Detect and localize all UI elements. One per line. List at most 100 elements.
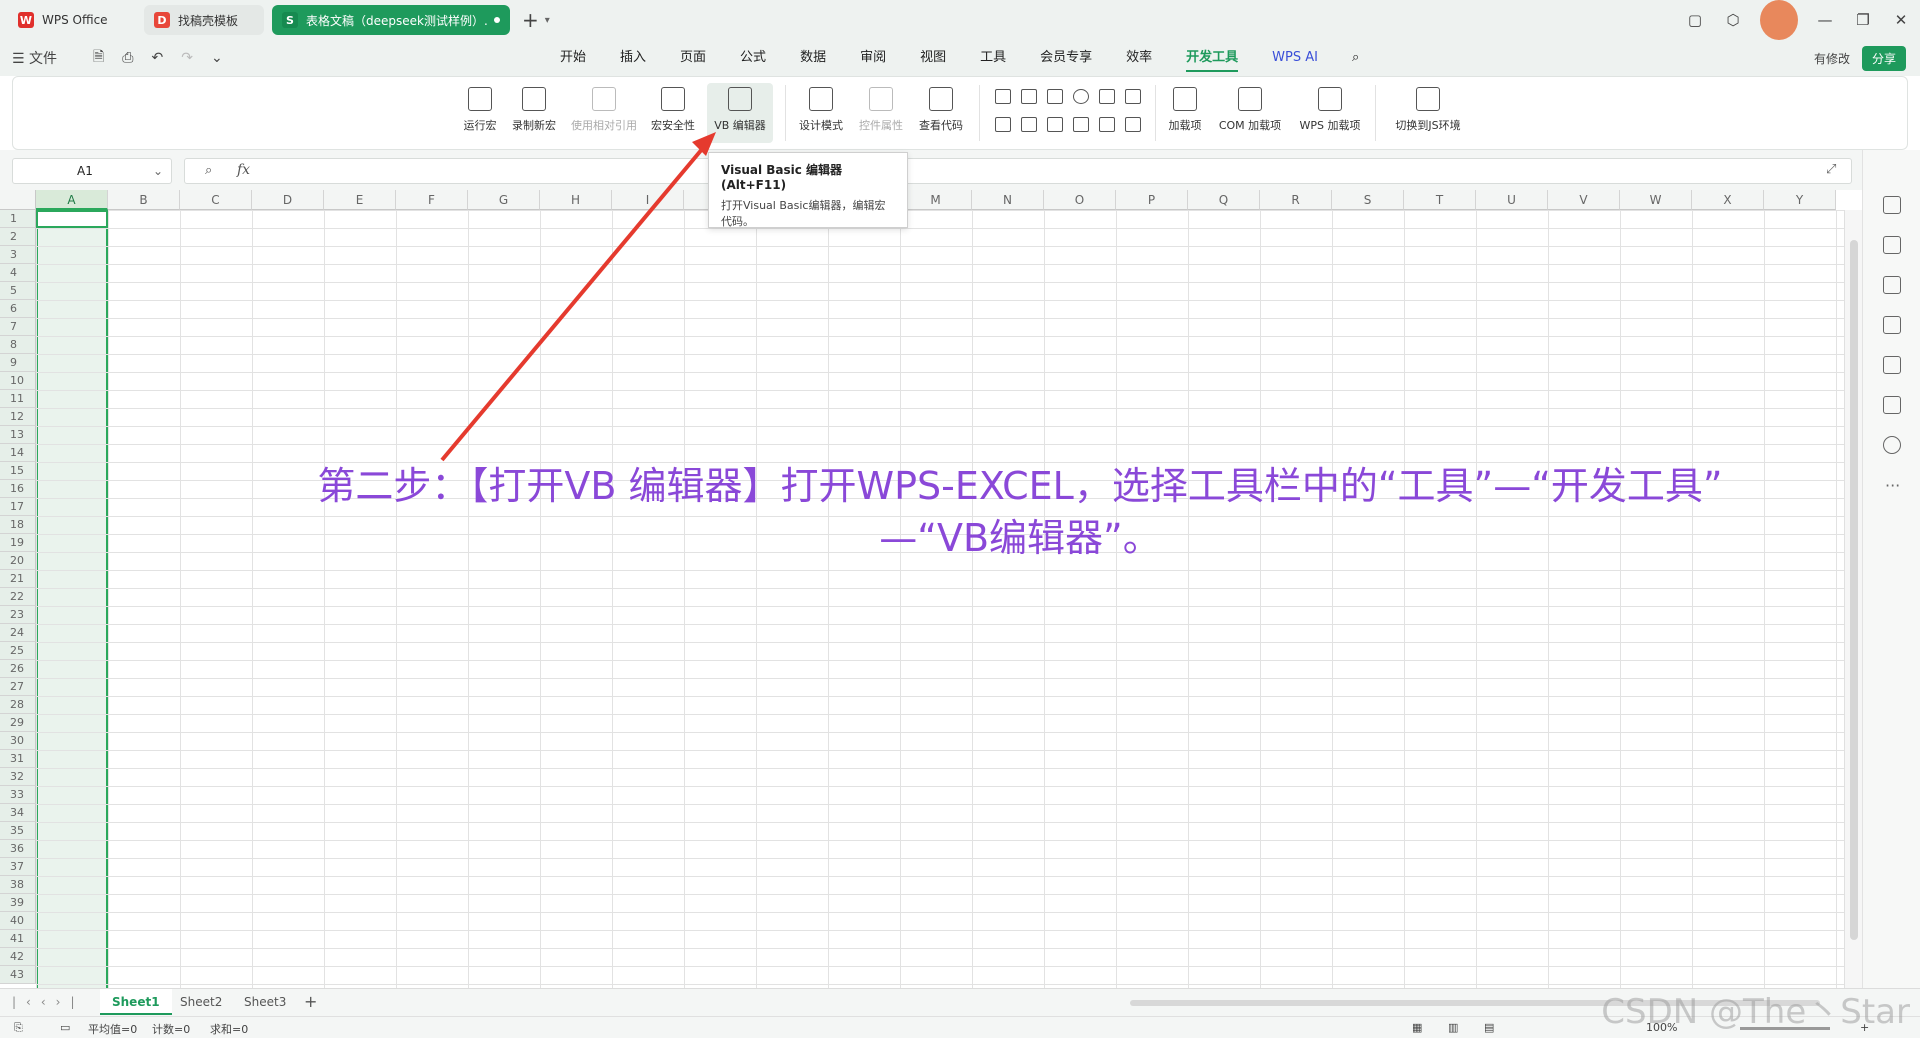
row-header-15[interactable]: 15 [0, 462, 36, 480]
restore-layout-icon[interactable]: ▢ [1676, 0, 1714, 40]
vb-editor-button[interactable]: VB 编辑器 [707, 83, 773, 143]
sheet-tab-2[interactable]: Sheet2 [168, 989, 234, 1015]
select-pointer-icon[interactable] [1883, 196, 1901, 214]
radio-control-icon[interactable] [1073, 89, 1089, 104]
page-break-icon[interactable]: ▤ [1484, 1021, 1494, 1034]
row-header-12[interactable]: 12 [0, 408, 36, 426]
row-header-19[interactable]: 19 [0, 534, 36, 552]
relative-reference-button[interactable]: 使用相对引用 [567, 83, 641, 143]
combo-control-icon[interactable] [1021, 117, 1037, 132]
fx-icon[interactable]: fx [237, 162, 250, 178]
row-header-25[interactable]: 25 [0, 642, 36, 660]
redo-icon[interactable]: ↷ [181, 50, 193, 66]
select-all-corner[interactable] [0, 190, 36, 210]
column-header-r[interactable]: R [1260, 190, 1332, 210]
sheet-tab-1[interactable]: Sheet1 [100, 989, 172, 1015]
column-header-n[interactable]: N [972, 190, 1044, 210]
minimize-icon[interactable]: — [1806, 0, 1844, 40]
menu-wps-ai[interactable]: WPS AI [1272, 40, 1318, 76]
row-header-13[interactable]: 13 [0, 426, 36, 444]
chart-control-icon[interactable] [1021, 89, 1037, 104]
row-header-42[interactable]: 42 [0, 948, 36, 966]
print-icon[interactable]: ⎙ [122, 50, 133, 66]
row-header-29[interactable]: 29 [0, 714, 36, 732]
formula-input[interactable]: ⌕ fx [184, 158, 1852, 184]
row-header-43[interactable]: 43 [0, 966, 36, 984]
row-header-20[interactable]: 20 [0, 552, 36, 570]
edit-icon[interactable] [1883, 316, 1901, 334]
search-icon[interactable]: ⌕ [1352, 40, 1359, 76]
row-header-2[interactable]: 2 [0, 228, 36, 246]
row-header-40[interactable]: 40 [0, 912, 36, 930]
menu-developer-tools[interactable]: 开发工具 [1186, 40, 1239, 76]
switch-js-button[interactable]: 切换到JS环境 [1387, 83, 1469, 143]
column-header-x[interactable]: X [1692, 190, 1764, 210]
active-cell[interactable] [36, 210, 108, 228]
share-button[interactable]: 分享 [1861, 46, 1906, 71]
row-header-8[interactable]: 8 [0, 336, 36, 354]
tab-list-chevron-icon[interactable]: ▾ [545, 15, 550, 26]
frame-control-icon[interactable] [1125, 117, 1141, 132]
grid-control-icon[interactable] [1125, 89, 1141, 104]
row-header-17[interactable]: 17 [0, 498, 36, 516]
row-header-22[interactable]: 22 [0, 588, 36, 606]
row-header-38[interactable]: 38 [0, 876, 36, 894]
scroll-control-icon[interactable] [1047, 117, 1063, 132]
menu-efficiency[interactable]: 效率 [1126, 40, 1152, 76]
wps-addins-button[interactable]: WPS 加载项 [1293, 83, 1367, 143]
row-header-9[interactable]: 9 [0, 354, 36, 372]
macro-record-icon[interactable]: ⎘ [14, 1021, 23, 1035]
tab-template[interactable]: D 找稿壳模板 [144, 5, 264, 35]
save-icon[interactable]: 🗎 [93, 46, 104, 70]
row-header-23[interactable]: 23 [0, 606, 36, 624]
design-mode-button[interactable]: 设计模式 [793, 83, 849, 143]
row-header-32[interactable]: 32 [0, 768, 36, 786]
column-header-v[interactable]: V [1548, 190, 1620, 210]
menu-review[interactable]: 审阅 [860, 40, 886, 76]
protect-icon[interactable]: ▭ [60, 1021, 70, 1034]
row-header-35[interactable]: 35 [0, 822, 36, 840]
menu-view[interactable]: 视图 [920, 40, 946, 76]
row-header-37[interactable]: 37 [0, 858, 36, 876]
more-chevron-icon[interactable]: ⌄ [211, 50, 223, 66]
more-icon[interactable]: ··· [1885, 476, 1900, 495]
column-header-u[interactable]: U [1476, 190, 1548, 210]
box-icon[interactable]: ⬡ [1714, 0, 1752, 40]
tab-spreadsheet-document[interactable]: S 表格文稿（deepseek测试样例）. [272, 5, 510, 35]
addins-button[interactable]: 加载项 [1163, 83, 1207, 143]
sheet-tab-3[interactable]: Sheet3 [232, 989, 298, 1015]
row-header-30[interactable]: 30 [0, 732, 36, 750]
menu-page[interactable]: 页面 [680, 40, 706, 76]
column-header-c[interactable]: C [180, 190, 252, 210]
zoom-search-icon[interactable]: ⌕ [205, 163, 212, 178]
text-control-icon[interactable] [1073, 117, 1089, 132]
column-header-e[interactable]: E [324, 190, 396, 210]
menu-formula[interactable]: 公式 [740, 40, 766, 76]
row-header-4[interactable]: 4 [0, 264, 36, 282]
column-header-p[interactable]: P [1116, 190, 1188, 210]
row-header-41[interactable]: 41 [0, 930, 36, 948]
new-tab-plus-icon[interactable]: + [522, 8, 539, 32]
row-header-33[interactable]: 33 [0, 786, 36, 804]
column-header-m[interactable]: M [900, 190, 972, 210]
column-header-y[interactable]: Y [1764, 190, 1836, 210]
scroll-thumb[interactable] [1850, 240, 1858, 940]
row-header-18[interactable]: 18 [0, 516, 36, 534]
row-header-6[interactable]: 6 [0, 300, 36, 318]
sheet-nav-arrows[interactable]: |‹‹›| [12, 995, 84, 1009]
column-header-w[interactable]: W [1620, 190, 1692, 210]
column-header-h[interactable]: H [540, 190, 612, 210]
book-icon[interactable] [1883, 396, 1901, 414]
tab-wps-office[interactable]: W WPS Office [8, 5, 136, 35]
row-header-16[interactable]: 16 [0, 480, 36, 498]
row-header-36[interactable]: 36 [0, 840, 36, 858]
column-header-f[interactable]: F [396, 190, 468, 210]
shape-icon[interactable] [1883, 276, 1901, 294]
menu-insert[interactable]: 插入 [620, 40, 646, 76]
column-header-s[interactable]: S [1332, 190, 1404, 210]
tools-icon[interactable] [1883, 356, 1901, 374]
chevron-down-icon[interactable]: ⌄ [153, 159, 163, 183]
record-macro-button[interactable]: 录制新宏 [507, 83, 561, 143]
image-control-icon[interactable] [995, 117, 1011, 132]
column-header-o[interactable]: O [1044, 190, 1116, 210]
